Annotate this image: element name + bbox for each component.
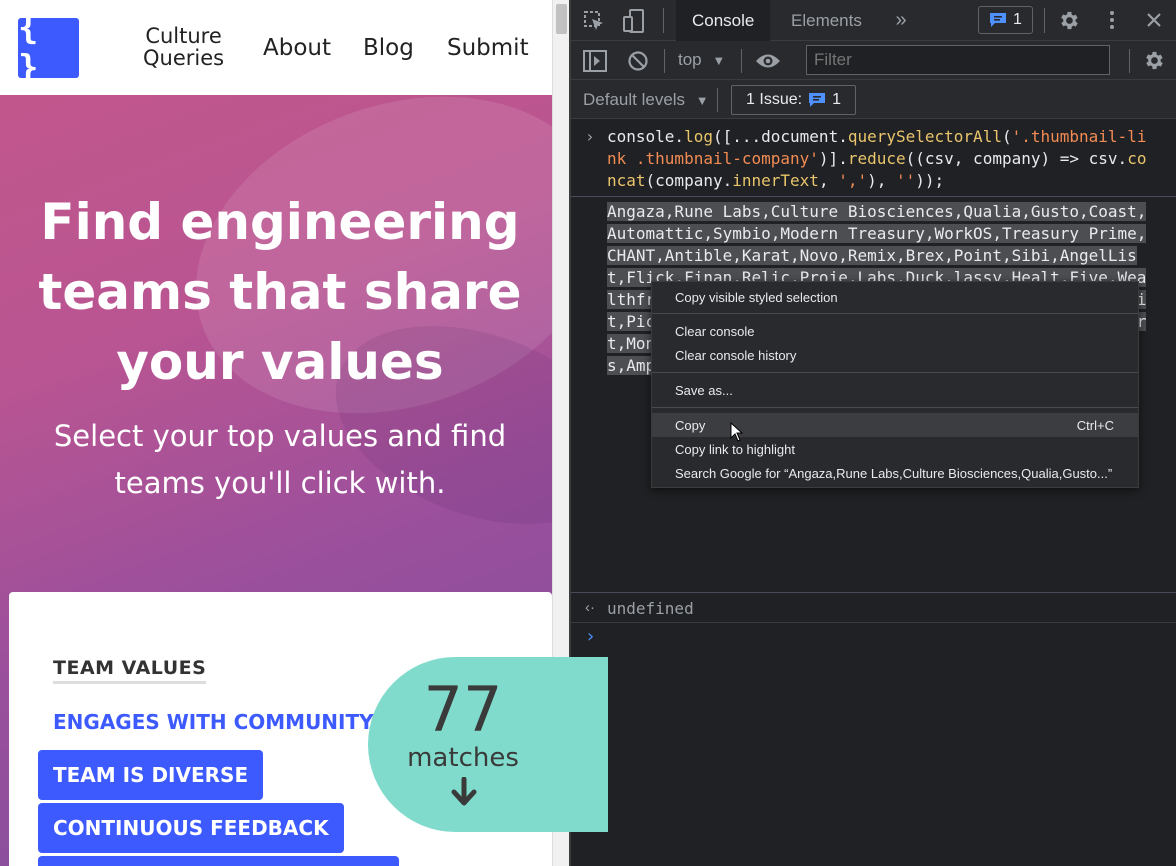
menu-copy-shortcut: Ctrl+C	[1076, 417, 1114, 433]
issues-button[interactable]: 1 Issue: 1	[731, 85, 856, 115]
clear-icon[interactable]	[627, 50, 649, 72]
menu-copy-link[interactable]: Copy link to highlight	[652, 437, 1138, 461]
tab-elements[interactable]: Elements	[775, 0, 878, 41]
nav-culture-queries[interactable]: Culture Queries	[143, 25, 224, 69]
console-toolbar: top ▼	[571, 41, 1176, 80]
hero-title: Find engineering teams that share your v…	[20, 187, 540, 397]
issues-icon	[809, 93, 826, 107]
cmd-part: ,	[818, 171, 839, 190]
menu-copy-styled[interactable]: Copy visible styled selection	[652, 285, 1138, 309]
site-logo[interactable]: { }	[18, 8, 79, 88]
menu-clear-history[interactable]: Clear console history	[652, 343, 1138, 367]
toolbar-separator	[717, 88, 718, 112]
sidebar-icon[interactable]	[583, 50, 607, 72]
more-tabs-icon[interactable]: »	[889, 8, 913, 32]
menu-copy[interactable]: Copy Ctrl+C	[652, 413, 1138, 437]
matches-label: matches	[407, 743, 519, 773]
cmd-part: (	[1001, 127, 1012, 146]
team-values-label: TEAM VALUES	[53, 657, 207, 684]
menu-separator	[652, 407, 1138, 408]
cmd-part: (company.	[645, 171, 733, 190]
kebab-icon[interactable]	[1101, 9, 1123, 31]
tab-console[interactable]: Console	[676, 0, 771, 41]
hero-subtitle-line2: teams you'll click with.	[114, 466, 446, 500]
nav-submit[interactable]: Submit	[447, 35, 529, 61]
devtools-tabbar: Console Elements » 1	[571, 0, 1176, 41]
default-levels-dropdown[interactable]: Default levels ▼	[583, 90, 709, 110]
context-menu: Copy visible styled selection Clear cons…	[651, 281, 1139, 488]
menu-save-as[interactable]: Save as...	[652, 378, 1138, 402]
inspect-icon[interactable]	[583, 10, 605, 32]
cmd-part: reduce	[847, 149, 906, 168]
value-chip-continuous-feedback[interactable]: CONTINUOUS FEEDBACK	[38, 803, 344, 853]
console-input-prompt[interactable]: ›	[585, 626, 596, 648]
eye-icon[interactable]	[755, 51, 781, 71]
result-arrow-icon: ‹·	[585, 599, 595, 616]
hero-title-line1: Find engineering	[40, 193, 520, 251]
cmd-part: ([...document.	[712, 127, 848, 146]
default-levels-label: Default levels	[583, 90, 686, 109]
issues-badge-count: 1	[1013, 11, 1022, 28]
cmd-part: ((csv, company) => csv.	[905, 149, 1128, 168]
hero-subtitle-line1: Select your top values and find	[53, 419, 507, 453]
menu-separator	[652, 372, 1138, 373]
console-settings-gear-icon[interactable]	[1142, 49, 1165, 72]
site-header: { } Culture Queries About Blog Submit	[0, 0, 552, 95]
cmd-part: querySelectorAll	[847, 127, 1002, 146]
nav-blog[interactable]: Blog	[363, 35, 414, 61]
hero-title-line3: your values	[116, 333, 444, 391]
nav-about[interactable]: About	[263, 35, 331, 61]
console-result-row: ‹· undefined	[571, 596, 1176, 623]
cmd-part: innerText	[732, 171, 819, 190]
issues-icon	[990, 13, 1007, 27]
cmd-part: ','	[838, 171, 868, 190]
page-scrollbar-thumb[interactable]	[556, 4, 567, 34]
toolbar-separator	[1129, 49, 1130, 73]
chevron-down-icon: ▼	[695, 93, 709, 108]
value-chip-team-diverse[interactable]: TEAM IS DIVERSE	[38, 750, 264, 800]
toolbar-separator	[663, 8, 664, 33]
hero-subtitle: Select your top values and find teams yo…	[20, 413, 540, 507]
device-toggle-icon[interactable]	[623, 9, 645, 33]
console-filter-input[interactable]	[806, 45, 1110, 75]
cmd-part: ''	[896, 171, 916, 190]
toolbar-separator	[1044, 8, 1045, 33]
menu-copy-label: Copy	[675, 417, 706, 433]
hero-title-line2: teams that share	[38, 263, 522, 321]
value-chip-partial[interactable]	[38, 856, 399, 866]
matches-count: 77	[423, 673, 503, 746]
context-selector[interactable]: top ▼	[678, 50, 725, 70]
cmd-part: console.	[607, 127, 685, 146]
mouse-cursor-icon	[730, 422, 744, 442]
context-value: top	[678, 50, 702, 69]
console-levels-bar: Default levels ▼ 1 Issue: 1	[571, 80, 1176, 119]
issues-count: 1	[832, 91, 841, 108]
menu-separator	[652, 313, 1138, 314]
cmd-part: ));	[915, 171, 945, 190]
value-engages-community[interactable]: ENGAGES WITH COMMUNITY	[53, 710, 374, 734]
menu-clear-console[interactable]: Clear console	[652, 319, 1138, 343]
gear-icon[interactable]	[1057, 9, 1080, 32]
cmd-part: ),	[867, 171, 897, 190]
console-command[interactable]: console.log([...document.querySelectorAl…	[607, 126, 1152, 192]
close-icon[interactable]	[1144, 10, 1164, 30]
menu-search-google[interactable]: Search Google for “Angaza,Rune Labs,Cult…	[652, 461, 1138, 485]
toolbar-separator	[741, 49, 742, 73]
nav-culture-line2: Queries	[143, 46, 225, 70]
nav-culture-line1: Culture	[145, 24, 222, 48]
command-prompt-icon: ›	[585, 127, 595, 146]
issues-label: 1 Issue:	[746, 91, 803, 108]
down-arrow-icon	[451, 777, 477, 806]
toolbar-separator	[664, 49, 665, 73]
issues-badge-button[interactable]: 1	[978, 6, 1033, 34]
result-value: undefined	[607, 599, 694, 618]
cmd-part: )].	[818, 149, 848, 168]
chevron-down-icon: ▼	[712, 53, 726, 68]
matches-bubble[interactable]: 77 matches	[368, 657, 608, 832]
cmd-part: log	[684, 127, 713, 146]
